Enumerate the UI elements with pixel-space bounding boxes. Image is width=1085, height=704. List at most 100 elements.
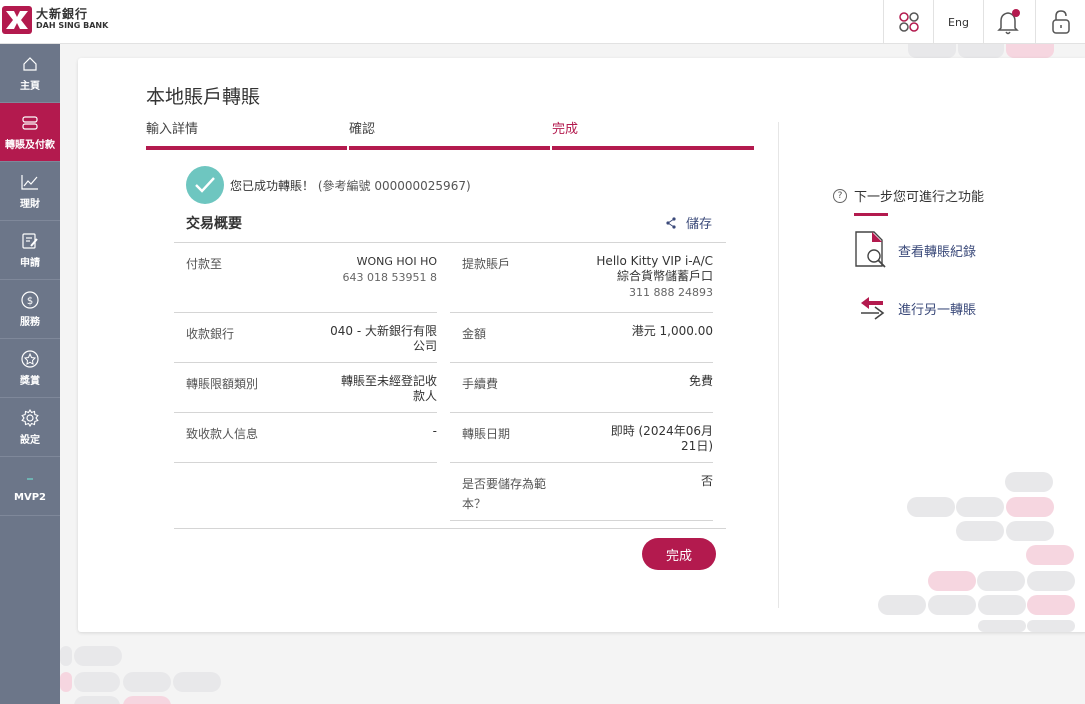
account-number: 311 888 24893 bbox=[629, 286, 713, 299]
row-value: 轉賬至未經登記收 款人 bbox=[341, 374, 437, 404]
row-label: 收款銀行 bbox=[186, 327, 235, 341]
dash-icon bbox=[27, 477, 33, 480]
language-button[interactable]: Eng bbox=[933, 0, 983, 44]
sidebar-item-rewards[interactable]: 獎賞 bbox=[0, 339, 60, 398]
row-value: 港元 1,000.00 bbox=[631, 324, 713, 338]
save-template-line1: 是否要儲存為範 bbox=[462, 477, 547, 491]
step-label: 完成 bbox=[552, 122, 579, 137]
vertical-divider bbox=[778, 122, 779, 608]
decor-pill bbox=[1027, 620, 1075, 632]
row-label: 提款賬戶 bbox=[462, 257, 511, 271]
language-label: Eng bbox=[948, 15, 969, 29]
new-transfer-link[interactable]: 進行另一轉賬 bbox=[854, 288, 976, 328]
decor-pill bbox=[1005, 472, 1053, 492]
decor-pill bbox=[173, 672, 221, 692]
notifications-button[interactable] bbox=[983, 0, 1033, 44]
row-label: 是否要儲存為範 本？ bbox=[462, 474, 546, 514]
row-label: 付款至 bbox=[186, 257, 223, 271]
summary-title: 交易概要 bbox=[186, 216, 242, 232]
row-label: 致收款人信息 bbox=[186, 427, 259, 441]
share-icon bbox=[666, 216, 676, 229]
step-label: 確認 bbox=[349, 122, 376, 137]
save-button[interactable]: 儲存 bbox=[666, 213, 712, 232]
summary-right-column: 提款賬戶 Hello Kitty VIP i-A/C 綜合貨幣儲蓄戶口 311 … bbox=[450, 243, 713, 521]
bank-name-en: DAH SING BANK bbox=[36, 21, 109, 30]
decor-pill bbox=[123, 696, 171, 704]
row-value: Hello Kitty VIP i-A/C 綜合貨幣儲蓄戶口 311 888 2… bbox=[596, 254, 713, 302]
chart-icon bbox=[21, 174, 38, 190]
summary-row-payee: 付款至 WONG HOI HO 643 018 53951 8 bbox=[174, 243, 437, 313]
step-complete: 完成 bbox=[552, 118, 754, 150]
limit-type-line2: 款人 bbox=[412, 389, 437, 403]
bank-logo[interactable]: 大新銀行 DAH SING BANK bbox=[2, 6, 108, 34]
decor-pill bbox=[878, 595, 926, 615]
sidebar-item-services[interactable]: $ 服務 bbox=[0, 280, 60, 339]
decor-pill bbox=[74, 672, 120, 692]
date-line2: 21日) bbox=[681, 439, 713, 453]
question-icon: ? bbox=[833, 188, 847, 203]
bank-name-line2: 公司 bbox=[412, 339, 437, 353]
bank-name-cn: 大新銀行 bbox=[36, 7, 89, 21]
row-value: 040 - 大新銀行有限 公司 bbox=[330, 324, 437, 354]
decor-pill bbox=[928, 595, 976, 615]
page-title: 本地賬戶轉賬 bbox=[146, 86, 261, 108]
top-header: 大新銀行 DAH SING BANK Eng bbox=[0, 0, 1085, 44]
transfer-icon bbox=[22, 115, 38, 130]
sidebar-item-label: 服務 bbox=[20, 316, 40, 328]
dollar-icon: $ bbox=[21, 290, 39, 309]
account-type: 綜合貨幣儲蓄戶口 bbox=[616, 269, 713, 283]
sidebar-item-transfer[interactable]: 轉賬及付款 bbox=[0, 103, 60, 162]
gear-icon bbox=[21, 408, 39, 427]
row-value: WONG HOI HO 643 018 53951 8 bbox=[343, 254, 437, 287]
reference-number: (參考編號 000000025967) bbox=[317, 178, 471, 193]
progress-stepper: 輸入詳情 確認 完成 bbox=[146, 118, 754, 150]
summary-row-bank: 收款銀行 040 - 大新銀行有限 公司 bbox=[174, 313, 437, 363]
sidebar-item-label: 設定 bbox=[20, 434, 40, 446]
account-name: Hello Kitty VIP i-A/C bbox=[596, 254, 713, 268]
sidebar-item-apply[interactable]: 申請 bbox=[0, 221, 60, 280]
decor-pill bbox=[123, 672, 171, 692]
summary-row-debit-account: 提款賬戶 Hello Kitty VIP i-A/C 綜合貨幣儲蓄戶口 311 … bbox=[450, 243, 713, 313]
decor-pill bbox=[60, 672, 72, 692]
check-circle-icon bbox=[186, 166, 224, 204]
bank-logo-icon bbox=[2, 6, 32, 34]
payee-name: WONG HOI HO bbox=[356, 255, 437, 268]
decor-pill bbox=[74, 646, 122, 666]
sidebar-item-label: 轉賬及付款 bbox=[5, 139, 55, 151]
apps-button[interactable] bbox=[883, 0, 933, 44]
done-button[interactable]: 完成 bbox=[642, 538, 716, 570]
limit-type-line1: 轉賬至未經登記收 bbox=[340, 374, 437, 388]
date-line1: 即時 (2024年06月 bbox=[610, 424, 713, 438]
step-input-details: 輸入詳情 bbox=[146, 118, 347, 150]
decor-pill bbox=[958, 44, 1004, 58]
decor-pill bbox=[978, 620, 1026, 632]
summary-row-message: 致收款人信息 - bbox=[174, 413, 437, 463]
success-message: 您已成功轉賬！ bbox=[230, 178, 315, 193]
row-label: 手續費 bbox=[462, 377, 499, 391]
sidebar-item-label: 申請 bbox=[20, 257, 40, 269]
decor-pill bbox=[1027, 595, 1075, 615]
transfer-result-card: 本地賬戶轉賬 輸入詳情 確認 完成 您已成功轉賬！ (參考編號 00000002… bbox=[78, 58, 1085, 632]
summary-row-fee: 手續費 免費 bbox=[450, 363, 713, 413]
next-item-label: 進行另一轉賬 bbox=[898, 302, 977, 318]
summary-row-amount: 金額 港元 1,000.00 bbox=[450, 313, 713, 363]
sidebar-item-home[interactable]: 主頁 bbox=[0, 44, 60, 103]
sidebar-item-label: MVP2 bbox=[14, 491, 46, 503]
divider bbox=[174, 528, 726, 529]
sidebar: 主頁 轉賬及付款 理財 申請 $ 服務 獎賞 設定 MVP2 bbox=[0, 44, 60, 704]
reward-icon bbox=[21, 349, 39, 368]
sidebar-item-settings[interactable]: 設定 bbox=[0, 398, 60, 457]
lock-icon bbox=[1051, 10, 1070, 34]
sidebar-item-wealth[interactable]: 理財 bbox=[0, 162, 60, 221]
decor-pill bbox=[908, 44, 956, 58]
sidebar-item-label: 理財 bbox=[20, 198, 40, 210]
decor-pill bbox=[956, 497, 1004, 517]
decor-pill bbox=[977, 571, 1025, 591]
decor-pill bbox=[74, 696, 120, 704]
decor-pill bbox=[1006, 44, 1054, 58]
summary-row-limit-type: 轉賬限額類別 轉賬至未經登記收 款人 bbox=[174, 363, 437, 413]
view-transfer-history-link[interactable]: 查看轉賬紀錄 bbox=[854, 230, 976, 270]
step-bar bbox=[349, 146, 550, 150]
logout-button[interactable] bbox=[1035, 0, 1085, 44]
sidebar-item-mvp2[interactable]: MVP2 bbox=[0, 457, 60, 516]
